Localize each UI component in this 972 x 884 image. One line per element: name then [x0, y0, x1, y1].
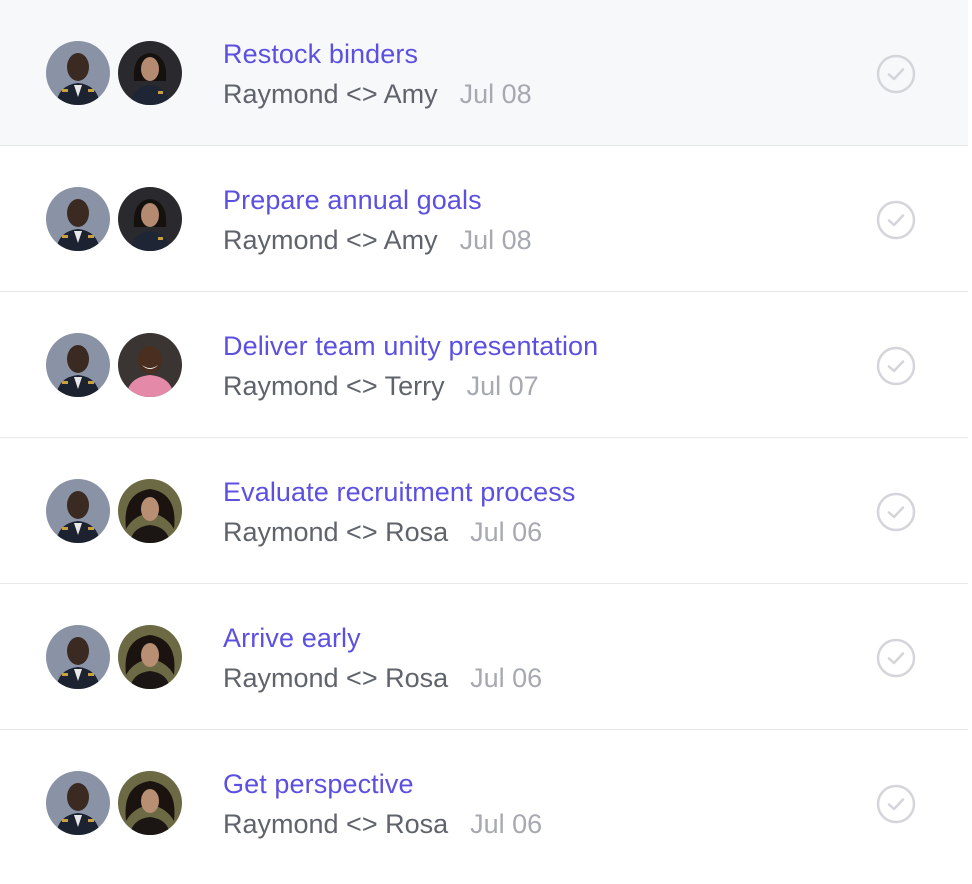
task-text: Restock binders Raymond <> Amy Jul 08 — [223, 36, 532, 112]
check-circle-icon[interactable] — [876, 638, 916, 678]
task-date: Jul 08 — [459, 79, 532, 109]
task-date: Jul 08 — [459, 225, 532, 255]
task-row[interactable]: Arrive early Raymond <> Rosa Jul 06 — [0, 584, 968, 730]
task-meta: Raymond <> Rosa Jul 06 — [223, 660, 542, 696]
avatar-group — [46, 479, 186, 545]
task-title[interactable]: Arrive early — [223, 620, 542, 656]
avatar-group — [46, 625, 186, 691]
task-meta: Raymond <> Rosa Jul 06 — [223, 806, 542, 842]
task-people: Raymond <> Amy — [223, 79, 438, 109]
task-date: Jul 07 — [466, 371, 539, 401]
task-people: Raymond <> Amy — [223, 225, 438, 255]
check-circle-icon[interactable] — [876, 54, 916, 94]
task-title[interactable]: Prepare annual goals — [223, 182, 532, 218]
task-text: Get perspective Raymond <> Rosa Jul 06 — [223, 766, 542, 842]
task-title[interactable]: Restock binders — [223, 36, 532, 72]
task-text: Arrive early Raymond <> Rosa Jul 06 — [223, 620, 542, 696]
task-date: Jul 06 — [470, 809, 543, 839]
avatar-amy — [118, 187, 182, 251]
task-title[interactable]: Get perspective — [223, 766, 542, 802]
avatar-raymond — [46, 333, 110, 397]
avatar-raymond — [46, 41, 110, 105]
task-list: Restock binders Raymond <> Amy Jul 08 Pre… — [0, 0, 968, 875]
task-title[interactable]: Evaluate recruitment process — [223, 474, 575, 510]
task-date: Jul 06 — [470, 517, 543, 547]
task-people: Raymond <> Rosa — [223, 809, 449, 839]
task-row[interactable]: Deliver team unity presentation Raymond … — [0, 292, 968, 438]
check-circle-icon[interactable] — [876, 200, 916, 240]
task-title[interactable]: Deliver team unity presentation — [223, 328, 598, 364]
avatar-group — [46, 771, 186, 837]
avatar-group — [46, 333, 186, 399]
task-meta: Raymond <> Amy Jul 08 — [223, 222, 532, 258]
task-row[interactable]: Evaluate recruitment process Raymond <> … — [0, 438, 968, 584]
task-row[interactable]: Get perspective Raymond <> Rosa Jul 06 — [0, 730, 968, 875]
task-date: Jul 06 — [470, 663, 543, 693]
avatar-raymond — [46, 625, 110, 689]
check-circle-icon[interactable] — [876, 346, 916, 386]
check-circle-icon[interactable] — [876, 784, 916, 824]
avatar-group — [46, 187, 186, 253]
avatar-raymond — [46, 479, 110, 543]
task-row[interactable]: Prepare annual goals Raymond <> Amy Jul 0… — [0, 146, 968, 292]
avatar-raymond — [46, 771, 110, 835]
avatar-rosa — [118, 479, 182, 543]
task-people: Raymond <> Terry — [223, 371, 445, 401]
task-people: Raymond <> Rosa — [223, 663, 449, 693]
avatar-rosa — [118, 625, 182, 689]
avatar-rosa — [118, 771, 182, 835]
avatar-amy — [118, 41, 182, 105]
avatar-group — [46, 41, 186, 107]
avatar-raymond — [46, 187, 110, 251]
task-meta: Raymond <> Amy Jul 08 — [223, 76, 532, 112]
task-text: Evaluate recruitment process Raymond <> … — [223, 474, 575, 550]
avatar-terry — [118, 333, 182, 397]
task-text: Prepare annual goals Raymond <> Amy Jul 0… — [223, 182, 532, 258]
task-row[interactable]: Restock binders Raymond <> Amy Jul 08 — [0, 0, 968, 146]
task-meta: Raymond <> Rosa Jul 06 — [223, 514, 575, 550]
task-people: Raymond <> Rosa — [223, 517, 449, 547]
task-text: Deliver team unity presentation Raymond … — [223, 328, 598, 404]
check-circle-icon[interactable] — [876, 492, 916, 532]
task-meta: Raymond <> Terry Jul 07 — [223, 368, 598, 404]
